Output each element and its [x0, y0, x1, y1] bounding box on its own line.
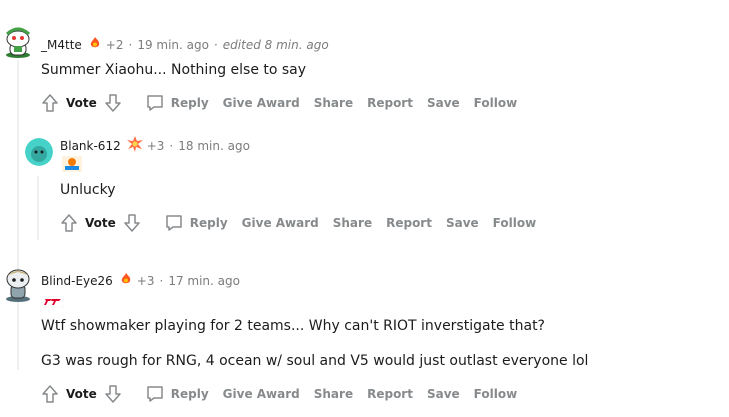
follow-button[interactable]: Follow — [474, 387, 518, 401]
comment-body: Wtf showmaker playing for 2 teams... Why… — [41, 318, 545, 334]
comment-meta: _M4tte +2 · 19 min. ago · edited 8 min. … — [41, 36, 329, 53]
report-button[interactable]: Report — [367, 387, 413, 401]
award-count: +3 — [146, 138, 165, 153]
comment-meta: Blind-Eye26 +3 · 17 min. ago — [41, 272, 240, 289]
thread-line[interactable] — [17, 60, 19, 370]
timestamp[interactable]: 18 min. ago — [178, 139, 250, 153]
separator: · — [169, 138, 174, 153]
comment-body: G3 was rough for RNG, 4 ocean w/ soul an… — [41, 353, 589, 369]
username[interactable]: _M4tte — [41, 38, 82, 52]
downvote-icon[interactable] — [103, 384, 123, 404]
follow-button[interactable]: Follow — [493, 216, 537, 230]
report-button[interactable]: Report — [386, 216, 432, 230]
avatar[interactable] — [3, 266, 33, 302]
comment-body: Unlucky — [60, 182, 116, 198]
separator: · — [159, 273, 164, 288]
team-flair-icon — [41, 293, 65, 312]
separator: · — [128, 37, 133, 52]
separator: · — [213, 37, 218, 52]
give-award-button[interactable]: Give Award — [223, 387, 300, 401]
vote-label: Vote — [85, 216, 116, 230]
comment-actions: Vote Reply Give Award Share Report Save … — [40, 384, 517, 404]
comment-actions: Vote Reply Give Award Share Report Save … — [40, 93, 517, 113]
timestamp[interactable]: 17 min. ago — [168, 274, 240, 288]
username[interactable]: Blank-612 — [60, 139, 121, 153]
avatar[interactable] — [3, 26, 33, 58]
vote-label: Vote — [66, 96, 97, 110]
burst-award-icon[interactable] — [126, 136, 143, 155]
reply-label: Reply — [189, 216, 228, 230]
comment-bubble-icon — [147, 95, 163, 111]
flame-award-icon[interactable] — [119, 272, 133, 289]
comment-meta: Blank-612 +3 · 18 min. ago — [60, 136, 250, 155]
upvote-icon[interactable] — [40, 384, 60, 404]
give-award-button[interactable]: Give Award — [242, 216, 319, 230]
save-button[interactable]: Save — [446, 216, 479, 230]
save-button[interactable]: Save — [427, 387, 460, 401]
username[interactable]: Blind-Eye26 — [41, 274, 113, 288]
share-button[interactable]: Share — [314, 96, 353, 110]
award-count: +2 — [105, 37, 124, 52]
reply-button[interactable]: Reply — [145, 93, 209, 113]
edited-timestamp: edited 8 min. ago — [222, 37, 329, 52]
thread-line[interactable] — [37, 176, 39, 240]
upvote-icon[interactable] — [59, 213, 79, 233]
flame-award-icon[interactable] — [88, 36, 102, 53]
share-button[interactable]: Share — [333, 216, 372, 230]
save-button[interactable]: Save — [427, 96, 460, 110]
vote-label: Vote — [66, 387, 97, 401]
timestamp[interactable]: 19 min. ago — [137, 38, 209, 52]
downvote-icon[interactable] — [103, 93, 123, 113]
reply-button[interactable]: Reply — [145, 384, 209, 404]
award-count: +3 — [136, 273, 155, 288]
comment-body: Summer Xiaohu... Nothing else to say — [41, 62, 307, 78]
comment-actions: Vote Reply Give Award Share Report Save … — [59, 213, 536, 233]
upvote-icon[interactable] — [40, 93, 60, 113]
comment-bubble-icon — [166, 215, 182, 231]
user-flair-icon — [62, 156, 82, 176]
give-award-button[interactable]: Give Award — [223, 96, 300, 110]
report-button[interactable]: Report — [367, 96, 413, 110]
reply-label: Reply — [170, 96, 209, 110]
follow-button[interactable]: Follow — [474, 96, 518, 110]
reply-label: Reply — [170, 387, 209, 401]
downvote-icon[interactable] — [122, 213, 142, 233]
reply-button[interactable]: Reply — [164, 213, 228, 233]
avatar[interactable] — [25, 138, 53, 166]
comment-bubble-icon — [147, 386, 163, 402]
share-button[interactable]: Share — [314, 387, 353, 401]
